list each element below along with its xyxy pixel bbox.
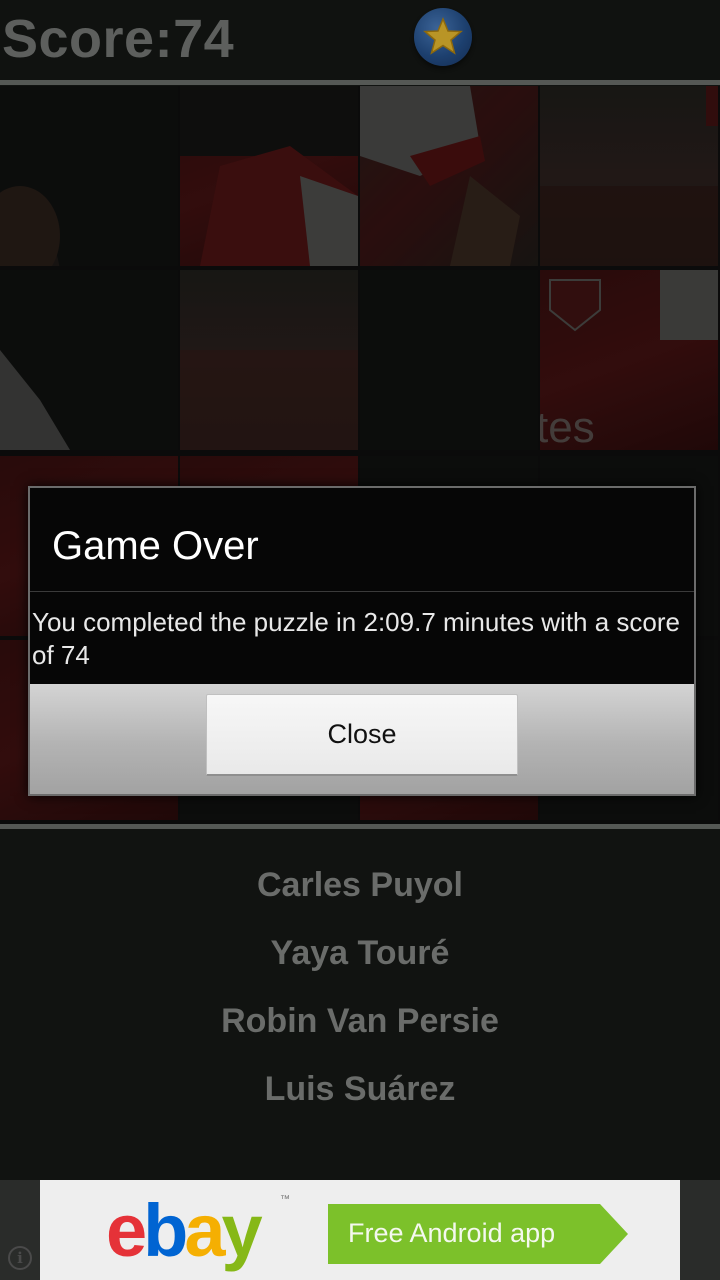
trademark-mark: ™ xyxy=(280,1194,290,1205)
grid-divider xyxy=(0,824,720,829)
game-over-dialog: Game Over You completed the puzzle in 2:… xyxy=(28,486,696,796)
dialog-title: Game Over xyxy=(52,524,259,568)
ad-cta-label: Free Android app xyxy=(348,1218,556,1248)
ad-area: ebay ™ Free Android app xyxy=(0,1180,720,1280)
game-screen: Score:74 tes Carles Puyol Yaya Touré Rob… xyxy=(0,0,720,1280)
ad-banner[interactable]: ebay ™ Free Android app xyxy=(40,1180,680,1280)
close-button[interactable]: Close xyxy=(206,694,518,776)
answer-option[interactable]: Luis Suárez xyxy=(0,1070,720,1109)
ebay-logo: ebay xyxy=(106,1189,263,1272)
header-bar: Score:74 xyxy=(0,0,720,82)
answer-option[interactable]: Robin Van Persie xyxy=(0,1002,720,1041)
answer-list: Carles Puyol Yaya Touré Robin Van Persie… xyxy=(0,830,720,1178)
ad-cta-button[interactable]: Free Android app xyxy=(328,1204,628,1264)
header-divider xyxy=(0,80,720,85)
dialog-divider xyxy=(30,591,694,592)
answer-option[interactable]: Yaya Touré xyxy=(0,934,720,973)
answer-option[interactable]: Carles Puyol xyxy=(0,866,720,905)
star-icon xyxy=(423,17,463,55)
info-icon[interactable]: i xyxy=(8,1246,32,1270)
dialog-message: You completed the puzzle in 2:09.7 minut… xyxy=(32,607,680,670)
star-button[interactable] xyxy=(414,8,472,66)
score-label: Score:74 xyxy=(2,9,235,69)
dialog-button-bar: Close xyxy=(30,684,694,794)
